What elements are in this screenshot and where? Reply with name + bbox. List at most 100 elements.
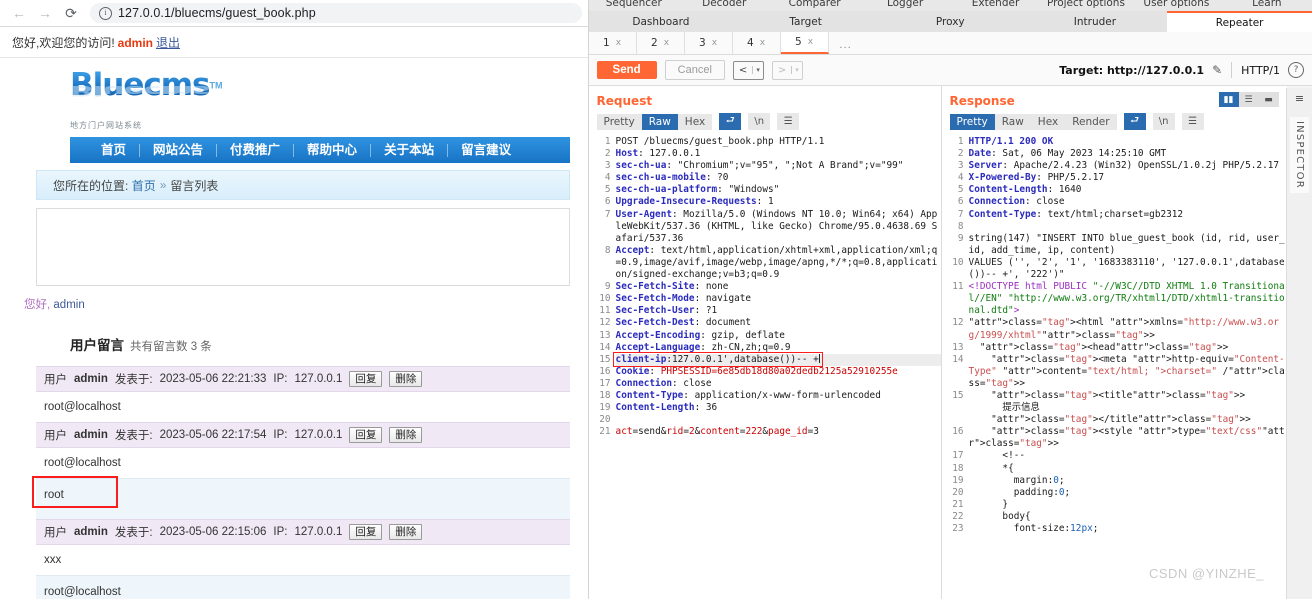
nav-item-help[interactable]: 帮助中心 bbox=[294, 143, 372, 157]
menu-item-user-options[interactable]: User options bbox=[1131, 0, 1221, 11]
close-icon[interactable]: x bbox=[616, 38, 621, 48]
reply-button[interactable]: 回复 bbox=[349, 427, 383, 443]
nav-item-home[interactable]: 首页 bbox=[88, 143, 141, 157]
tab-dashboard[interactable]: Dashboard bbox=[589, 11, 734, 32]
layout-split-vertical-icon[interactable]: ▮▮ bbox=[1218, 92, 1239, 107]
code-text: act=send&rid=2&content=222&page_id=3 bbox=[615, 426, 819, 438]
menu-item-comparer[interactable]: Comparer bbox=[769, 0, 859, 11]
reload-icon[interactable]: ⟳ bbox=[58, 2, 84, 24]
delete-button[interactable]: 删除 bbox=[389, 371, 423, 387]
response-segment-pretty[interactable]: Pretty bbox=[949, 113, 995, 130]
response-segment-raw[interactable]: Raw bbox=[994, 113, 1031, 130]
line-number: 8 bbox=[957, 220, 964, 232]
request-segment-hex[interactable]: Hex bbox=[677, 113, 713, 130]
code-text: margin:0; bbox=[968, 474, 1065, 486]
message-form-box[interactable] bbox=[36, 208, 570, 286]
line-number: 21 bbox=[599, 426, 611, 438]
line-number: 15 bbox=[952, 389, 964, 401]
nav-item-about[interactable]: 关于本站 bbox=[371, 143, 449, 157]
response-editor[interactable]: 1 HTTP/1.1 200 OK 2 Date: Sat, 06 May 2023 … bbox=[942, 136, 1287, 535]
site-greeting: 您好,欢迎您的访问! admin 退出 bbox=[0, 27, 588, 58]
back-icon[interactable]: ← bbox=[6, 2, 32, 24]
repeater-tab-1[interactable]: 1 x bbox=[588, 32, 637, 54]
http-version-label[interactable]: HTTP/1 bbox=[1241, 64, 1280, 77]
close-icon[interactable]: x bbox=[808, 37, 813, 47]
repeater-tab-5[interactable]: 5 x bbox=[780, 32, 829, 54]
code-line: 21 act=send&rid=2&content=222&page_id=3 bbox=[589, 426, 941, 438]
response-menu-icon[interactable]: ☰ bbox=[1181, 113, 1204, 130]
layout-single-icon[interactable]: ▬ bbox=[1258, 92, 1279, 107]
close-icon[interactable]: x bbox=[760, 38, 765, 48]
close-icon[interactable]: x bbox=[712, 38, 717, 48]
reply-button[interactable]: 回复 bbox=[349, 524, 383, 540]
show-newlines-icon[interactable]: \n bbox=[1152, 113, 1175, 130]
message-user: admin bbox=[74, 429, 108, 441]
inspector-collapse-icon[interactable]: ≡ bbox=[1295, 92, 1304, 105]
code-line: 11 <!DOCTYPE html PUBLIC "-//W3C//DTD XHT… bbox=[942, 281, 1287, 317]
message-time: 2023-05-06 22:21:33 bbox=[159, 373, 267, 385]
menu-item-decoder[interactable]: Decoder bbox=[679, 0, 769, 11]
nav-item-promotion[interactable]: 付费推广 bbox=[217, 143, 295, 157]
help-icon[interactable]: ? bbox=[1288, 62, 1304, 78]
menu-item-learn[interactable]: Learn bbox=[1222, 0, 1312, 11]
chevron-down-icon[interactable]: ▾ bbox=[791, 66, 802, 74]
next-request-button[interactable]: > ▾ bbox=[771, 60, 803, 80]
word-wrap-icon[interactable]: ⮐ bbox=[719, 113, 742, 130]
chevron-down-icon[interactable]: ▾ bbox=[752, 66, 763, 74]
menu-item-sequencer[interactable]: Sequencer bbox=[589, 0, 679, 11]
tab-proxy[interactable]: Proxy bbox=[878, 11, 1023, 32]
code-line: 4 X-Powered-By: PHP/5.2.17 bbox=[942, 172, 1287, 184]
menu-item-project-options[interactable]: Project options bbox=[1041, 0, 1131, 11]
burp-main-tabs: Dashboard Target Proxy Intruder Repeater bbox=[588, 11, 1312, 32]
line-number: 5 bbox=[957, 184, 964, 196]
menu-item-extender[interactable]: Extender bbox=[950, 0, 1040, 11]
address-bar[interactable]: i 127.0.0.1/bluecms/guest_book.php bbox=[90, 3, 582, 23]
menu-item-logger[interactable]: Logger bbox=[860, 0, 950, 11]
inspector-panel[interactable]: ≡ INSPECTOR bbox=[1286, 88, 1312, 599]
request-segment-raw[interactable]: Raw bbox=[641, 113, 678, 130]
repeater-tab-2[interactable]: 2 x bbox=[636, 32, 685, 54]
delete-button[interactable]: 删除 bbox=[389, 427, 423, 443]
repeater-tab-4[interactable]: 4 x bbox=[732, 32, 781, 54]
tab-target[interactable]: Target bbox=[733, 11, 878, 32]
message-header: 用户 admin 发表于: 2023-05-06 22:15:06 IP: 12… bbox=[36, 519, 570, 545]
line-number: 19 bbox=[599, 402, 611, 414]
request-segment-pretty[interactable]: Pretty bbox=[596, 113, 642, 130]
line-number: 5 bbox=[604, 184, 611, 196]
request-menu-icon[interactable]: ☰ bbox=[777, 113, 800, 130]
breadcrumb-home[interactable]: 首页 bbox=[132, 177, 156, 194]
cancel-button[interactable]: Cancel bbox=[664, 60, 725, 80]
request-editor[interactable]: 1 POST /bluecms/guest_book.php HTTP/1.1 2 H… bbox=[589, 136, 941, 438]
code-text: Content-Length: 36 bbox=[615, 402, 718, 414]
send-button[interactable]: Send bbox=[596, 61, 657, 79]
chevron-right-icon: > bbox=[777, 64, 787, 76]
code-text: Server: Apache/2.4.23 (Win32) OpenSSL/1.… bbox=[968, 160, 1279, 172]
nav-item-announcements[interactable]: 网站公告 bbox=[140, 143, 218, 157]
tab-repeater[interactable]: Repeater bbox=[1167, 11, 1312, 32]
forward-icon[interactable]: → bbox=[32, 2, 58, 24]
line-number: 12 bbox=[952, 317, 964, 329]
code-line: 3 Server: Apache/2.4.23 (Win32) OpenSSL/1… bbox=[942, 160, 1287, 172]
logout-link[interactable]: 退出 bbox=[156, 36, 180, 50]
tab-intruder[interactable]: Intruder bbox=[1023, 11, 1168, 32]
layout-split-horizontal-icon[interactable]: ☰ bbox=[1238, 92, 1259, 107]
site-info-icon[interactable]: i bbox=[99, 6, 112, 20]
nav-item-guestbook[interactable]: 留言建议 bbox=[448, 143, 524, 157]
response-segment-render[interactable]: Render bbox=[1065, 113, 1117, 130]
delete-button[interactable]: 删除 bbox=[389, 524, 423, 540]
line-number: 11 bbox=[952, 281, 964, 293]
response-segment-hex[interactable]: Hex bbox=[1030, 113, 1066, 130]
repeater-tab-label: 3 bbox=[699, 37, 706, 49]
show-newlines-icon[interactable]: \n bbox=[748, 113, 771, 130]
word-wrap-icon[interactable]: ⮐ bbox=[1123, 113, 1146, 130]
pencil-icon[interactable]: ✎ bbox=[1212, 63, 1222, 77]
code-text: HTTP/1.1 200 OK bbox=[968, 136, 1054, 147]
close-icon[interactable]: x bbox=[664, 38, 669, 48]
prev-request-button[interactable]: < ▾ bbox=[732, 60, 764, 80]
reply-button[interactable]: 回复 bbox=[349, 371, 383, 387]
repeater-tab-3[interactable]: 3 x bbox=[684, 32, 733, 54]
repeater-tab-overflow[interactable]: ... bbox=[828, 32, 863, 54]
code-text: Sec-Fetch-Mode: navigate bbox=[615, 293, 752, 305]
code-text: string(147) "INSERT INTO blue_guest_book… bbox=[968, 232, 1285, 256]
